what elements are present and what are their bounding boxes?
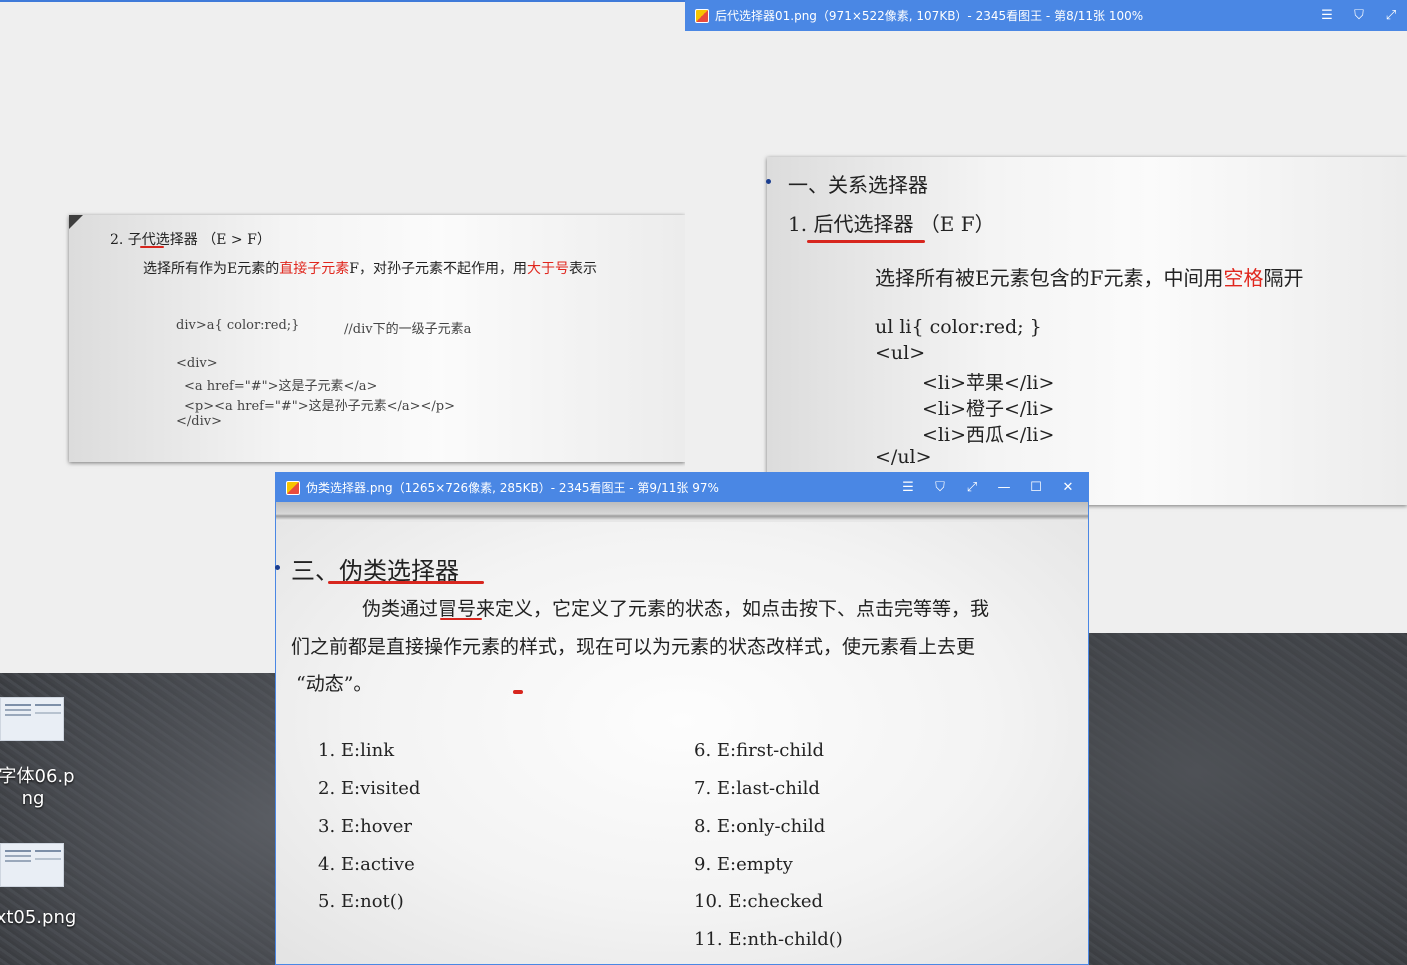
code-line: <li>西瓜</li> bbox=[922, 424, 1055, 446]
slide-paragraph-line: “动态”。 bbox=[296, 673, 373, 695]
list-item: 10. E:checked bbox=[694, 891, 824, 912]
menu-icon[interactable]: ☰ bbox=[1311, 0, 1343, 31]
desc-text: 选择所有作为E元素的 bbox=[143, 261, 280, 277]
slide-paragraph-line: 伪类通过冒号来定义，它定义了元素的状态，如点击按下、点击完等等，我 bbox=[362, 598, 990, 620]
code-line: <li>橙子</li> bbox=[922, 398, 1055, 420]
desc-red: 大于号 bbox=[526, 261, 569, 277]
slide-desc: 选择所有被E元素包含的F元素，中间用空格隔开 bbox=[875, 262, 1303, 291]
code-line: </div> bbox=[176, 414, 222, 429]
red-mark bbox=[513, 690, 523, 694]
list-item: 9. E:empty bbox=[694, 854, 793, 875]
window-title: 伪类选择器.png（1265×726像素, 285KB）- 2345看图王 - … bbox=[306, 481, 719, 495]
slide-desc: 选择所有作为E元素的直接子元素F，对孙子元素不起作用，用大于号表示 bbox=[143, 258, 597, 278]
skin-icon[interactable]: ⛉ bbox=[924, 472, 956, 503]
desktop-icon-1[interactable]: t字体06.p ng bbox=[0, 762, 88, 809]
list-item: 3. E:hover bbox=[318, 816, 412, 837]
red-underline bbox=[140, 246, 164, 248]
bullet-dot bbox=[766, 179, 771, 184]
slide-corner bbox=[69, 215, 83, 229]
desktop-icon-2[interactable]: xt05.png bbox=[0, 907, 91, 928]
desc-text: 隔开 bbox=[1263, 266, 1304, 290]
fullscreen-icon[interactable]: ⤢ bbox=[956, 472, 988, 503]
code-line: <ul> bbox=[875, 342, 926, 364]
app-logo-icon bbox=[286, 480, 300, 495]
code-line: </ul> bbox=[875, 446, 932, 468]
code-line: <li>苹果</li> bbox=[922, 372, 1055, 394]
fullscreen-icon[interactable]: ⤢ bbox=[1375, 0, 1407, 31]
code-line: <div> bbox=[176, 356, 218, 371]
file-thumbnail-2[interactable] bbox=[0, 843, 64, 887]
window-title: 后代选择器01.png（971×522像素, 107KB）- 2345看图王 -… bbox=[715, 9, 1144, 23]
code-line: div>a{ color:red;} bbox=[176, 318, 300, 333]
list-item: 7. E:last-child bbox=[694, 778, 820, 799]
desc-text: 选择所有被E元素包含的F元素，中间用 bbox=[875, 266, 1224, 290]
list-item: 6. E:first-child bbox=[694, 740, 824, 761]
desktop-icon-label: t字体06.p bbox=[0, 766, 75, 787]
desc-red: 空格 bbox=[1223, 266, 1264, 290]
red-underline bbox=[807, 240, 925, 243]
list-item: 11. E:nth-child() bbox=[694, 929, 843, 950]
viewer-window-front[interactable]: 伪类选择器.png（1265×726像素, 285KB）- 2345看图王 - … bbox=[275, 472, 1089, 965]
minimize-icon[interactable]: — bbox=[988, 472, 1020, 503]
slide-title: 2. 子代选择器 （E > F） bbox=[110, 232, 271, 248]
file-thumbnail-1[interactable] bbox=[0, 697, 64, 741]
slide-paragraph-line: 们之前都是直接操作元素的样式，现在可以为元素的状态改样式，使元素看上去更 bbox=[291, 636, 976, 658]
code-comment: //div下的一级子元素a bbox=[344, 322, 472, 337]
close-icon[interactable]: ✕ bbox=[1052, 472, 1084, 503]
list-item: 1. E:link bbox=[318, 740, 395, 761]
desc-text: 表示 bbox=[568, 261, 597, 277]
skin-icon[interactable]: ⛉ bbox=[1343, 0, 1375, 31]
red-underline bbox=[440, 618, 482, 620]
desktop-icon-label-line2: ng bbox=[21, 788, 45, 809]
slide-subheading: 1. 后代选择器 （E F） bbox=[788, 212, 995, 236]
slide-child-selector: 2. 子代选择器 （E > F） 选择所有作为E元素的直接子元素F，对孙子元素不… bbox=[69, 215, 685, 462]
slide-descendant-selector: 一、关系选择器 1. 后代选择器 （E F） 选择所有被E元素包含的F元素，中间… bbox=[766, 157, 1407, 505]
maximize-icon[interactable]: ☐ bbox=[1020, 472, 1052, 503]
code-line: <a href="#">这是子元素</a> bbox=[184, 379, 378, 394]
code-line: ul li{ color:red; } bbox=[875, 316, 1042, 338]
code-line: <p><a href="#">这是孙子元素</a></p> bbox=[184, 399, 456, 414]
bullet-dot bbox=[275, 565, 280, 570]
red-underline bbox=[328, 581, 484, 584]
titlebar[interactable]: 后代选择器01.png（971×522像素, 107KB）- 2345看图王 -… bbox=[685, 0, 1407, 31]
slide-heading: 一、关系选择器 bbox=[788, 173, 928, 197]
image-canvas[interactable]: 三、伪类选择器 伪类通过冒号来定义，它定义了元素的状态，如点击按下、点击完等等，… bbox=[275, 502, 1088, 964]
list-item: 4. E:active bbox=[318, 854, 415, 875]
menu-icon[interactable]: ☰ bbox=[892, 472, 924, 503]
list-item: 2. E:visited bbox=[318, 778, 421, 799]
list-item: 8. E:only-child bbox=[694, 816, 826, 837]
desktop-icon-label: xt05.png bbox=[0, 907, 77, 928]
app-logo-icon bbox=[695, 8, 709, 23]
list-item: 5. E:not() bbox=[318, 891, 404, 912]
desc-red: 直接子元素 bbox=[279, 261, 350, 277]
slide-pseudo-class: 三、伪类选择器 伪类通过冒号来定义，它定义了元素的状态，如点击按下、点击完等等，… bbox=[275, 522, 1088, 964]
desc-text: F，对孙子元素不起作用，用 bbox=[349, 261, 527, 277]
titlebar[interactable]: 伪类选择器.png（1265×726像素, 285KB）- 2345看图王 - … bbox=[276, 473, 1088, 502]
